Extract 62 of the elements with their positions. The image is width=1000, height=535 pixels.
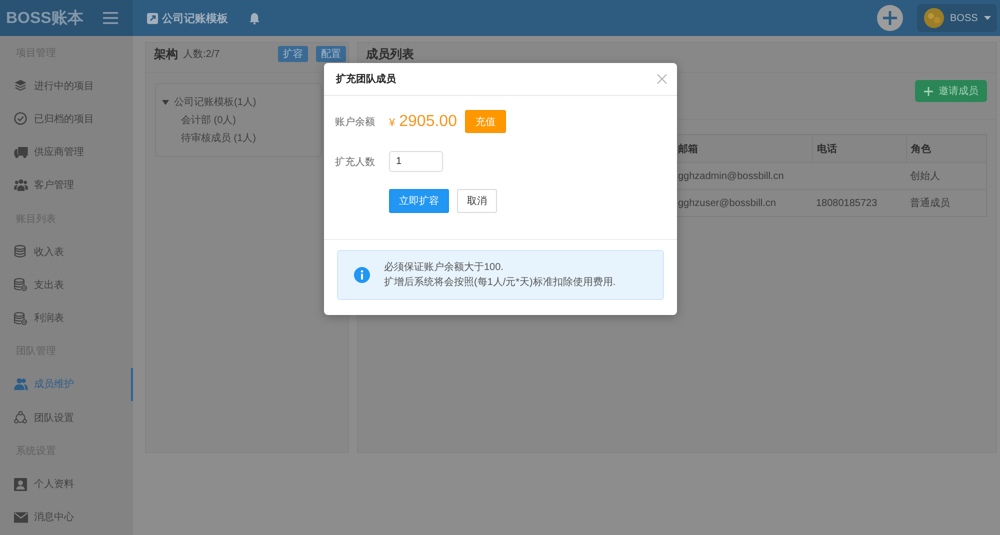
expand-button[interactable]: 扩容 bbox=[278, 46, 308, 62]
sidebar-item[interactable]: 个人资料 bbox=[0, 467, 133, 501]
count-input[interactable]: 1 bbox=[389, 151, 443, 172]
plus-icon bbox=[924, 86, 932, 96]
app-logo: BOSS账本 bbox=[6, 8, 84, 28]
menu-icon[interactable] bbox=[103, 12, 118, 24]
database-icon bbox=[14, 278, 27, 292]
sidebar-item[interactable]: 团队设置 bbox=[0, 401, 133, 434]
layers-icon bbox=[14, 79, 27, 92]
close-icon[interactable] bbox=[657, 74, 667, 84]
configure-button[interactable]: 配置 bbox=[316, 46, 346, 62]
panel-title: 架构 bbox=[154, 46, 178, 62]
bell-icon[interactable] bbox=[249, 12, 260, 24]
column-header: 电话 bbox=[812, 135, 906, 162]
notice-text: 扩增后系统将会按照(每1人/元*天)标准扣除使用费用. bbox=[384, 276, 616, 290]
sidebar-item[interactable]: 支出表 bbox=[0, 268, 133, 302]
table-cell-text: gghzadmin@bossbill.cn bbox=[678, 170, 785, 184]
truck-icon bbox=[14, 146, 28, 158]
users-icon bbox=[14, 179, 28, 192]
tree-item[interactable]: 公司记账模板(1人) bbox=[162, 93, 315, 111]
database-icon bbox=[14, 312, 27, 325]
notice-text: 必须保证账户余额大于100. bbox=[384, 260, 504, 275]
sidebar-item[interactable]: 进行中的项目 bbox=[0, 69, 133, 102]
user-menu-button[interactable]: BOSS bbox=[917, 4, 997, 32]
envelope-icon bbox=[14, 512, 28, 523]
table-cell-text: 18080185723 bbox=[815, 196, 878, 210]
cancel-button[interactable]: 取消 bbox=[457, 189, 497, 213]
column-header: 邮箱 bbox=[678, 142, 699, 156]
sidebar-item[interactable]: 客户管理 bbox=[0, 168, 133, 202]
network-icon bbox=[14, 411, 27, 424]
add-icon[interactable] bbox=[877, 5, 903, 31]
field-label: 扩充人数 bbox=[335, 156, 376, 168]
external-link-icon bbox=[147, 12, 158, 24]
avatar-icon bbox=[924, 8, 944, 28]
users-icon bbox=[14, 378, 28, 390]
sidebar-item[interactable]: 供应商管理 bbox=[0, 136, 133, 169]
caret-icon bbox=[984, 16, 991, 20]
member-count: 人数:2/7 bbox=[183, 48, 220, 61]
modal-title: 扩充团队成员 bbox=[336, 72, 396, 86]
sidebar-item[interactable]: 收入表 bbox=[0, 235, 133, 268]
table-cell-text: 普通成员 bbox=[909, 196, 951, 211]
recharge-button[interactable]: 充值 bbox=[464, 110, 506, 133]
sidebar-item[interactable]: 成员维护 bbox=[0, 368, 133, 402]
sidebar-item[interactable]: 利润表 bbox=[0, 302, 133, 335]
info-icon bbox=[354, 267, 370, 283]
column-header: 角色 bbox=[906, 135, 986, 162]
tree-item[interactable]: 待审核成员 (1人) bbox=[181, 129, 315, 147]
caret-icon[interactable] bbox=[162, 100, 169, 104]
table-cell-text: 创始人 bbox=[909, 170, 941, 184]
table-cell-text: gghzuser@bossbill.cn bbox=[678, 196, 777, 210]
tree-item[interactable]: 会计部 (0人) bbox=[181, 111, 315, 129]
panel-title: 成员列表 bbox=[366, 46, 414, 62]
user-square-icon bbox=[14, 478, 27, 491]
balance-amount: ¥ 2905.00 bbox=[389, 112, 457, 130]
sidebar-item[interactable]: 已归档的项目 bbox=[0, 102, 133, 136]
check-circle-icon bbox=[14, 112, 27, 126]
confirm-button[interactable]: 立即扩容 bbox=[389, 189, 449, 213]
database-icon bbox=[14, 245, 26, 258]
sidebar-item[interactable]: 消息中心 bbox=[0, 500, 133, 534]
project-link[interactable]: 公司记账模板 bbox=[147, 10, 228, 26]
invite-button[interactable]: 邀请成员 bbox=[915, 80, 987, 102]
field-label: 账户余额 bbox=[335, 116, 376, 128]
